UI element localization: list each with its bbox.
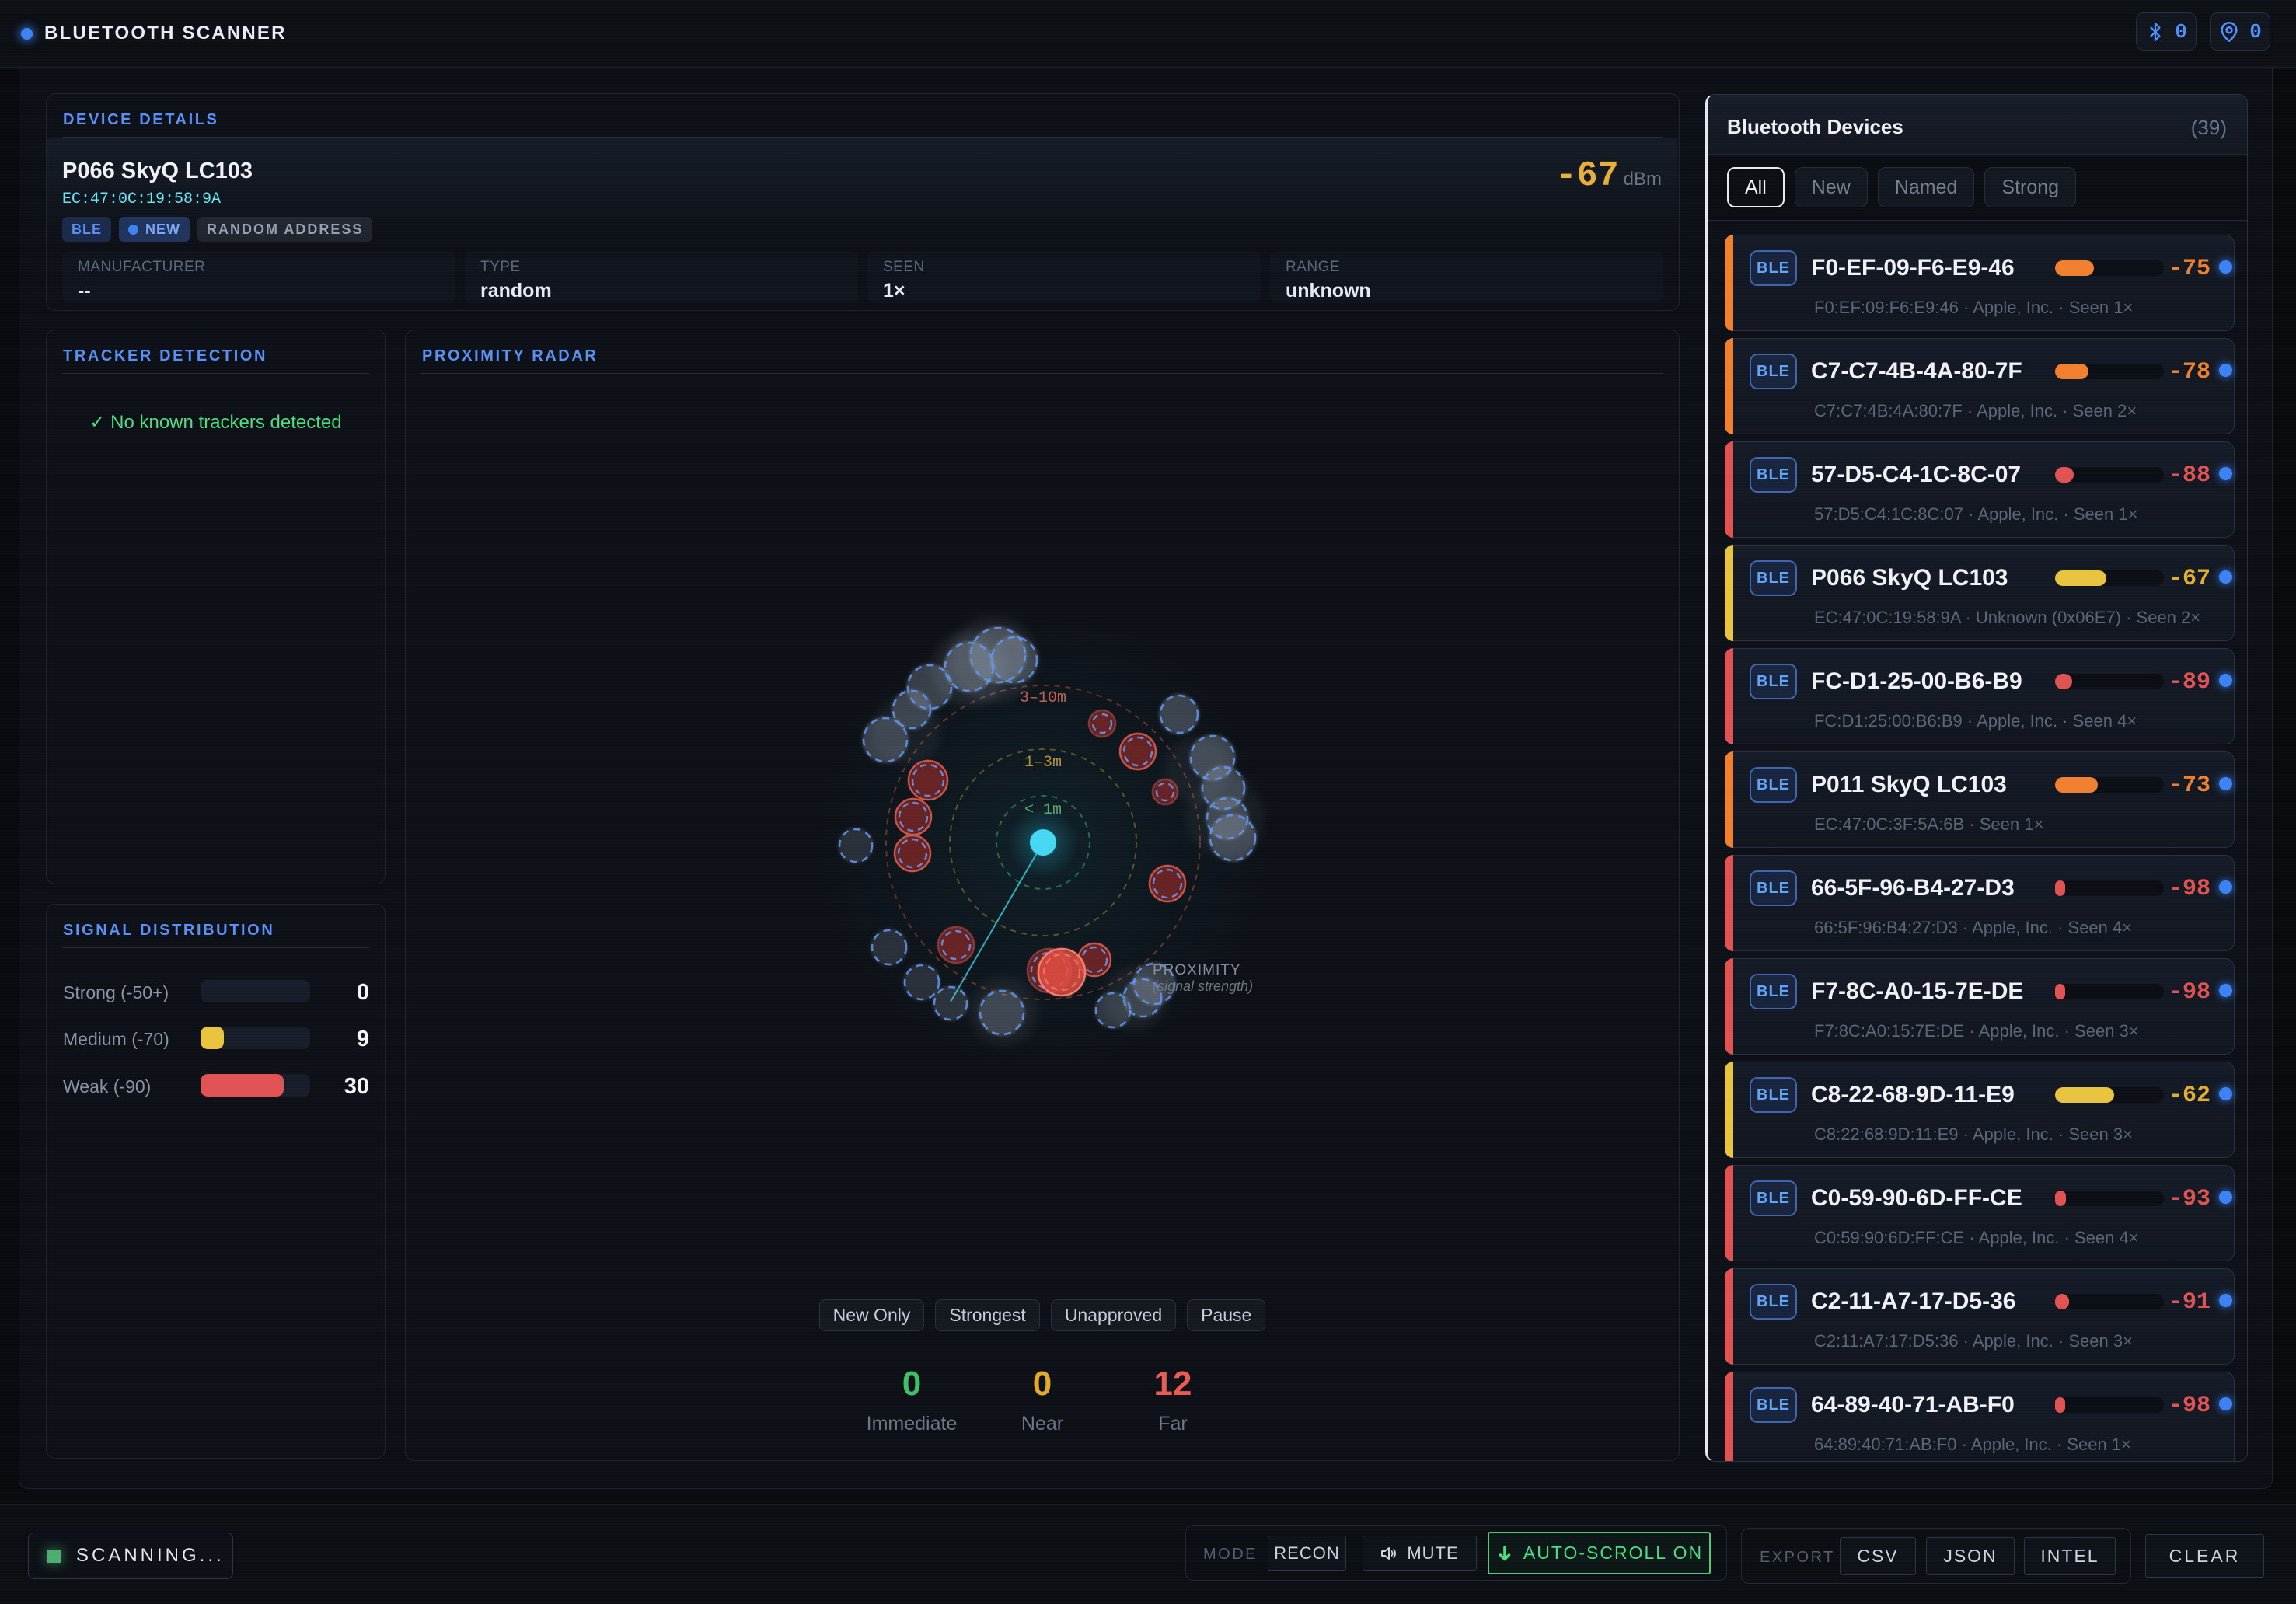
svg-text:(signal strength): (signal strength) bbox=[1153, 978, 1253, 994]
svg-text:3–10m: 3–10m bbox=[1020, 689, 1066, 707]
svg-text:PROXIMITY: PROXIMITY bbox=[1153, 962, 1241, 978]
svg-text:1–3m: 1–3m bbox=[1024, 754, 1062, 772]
